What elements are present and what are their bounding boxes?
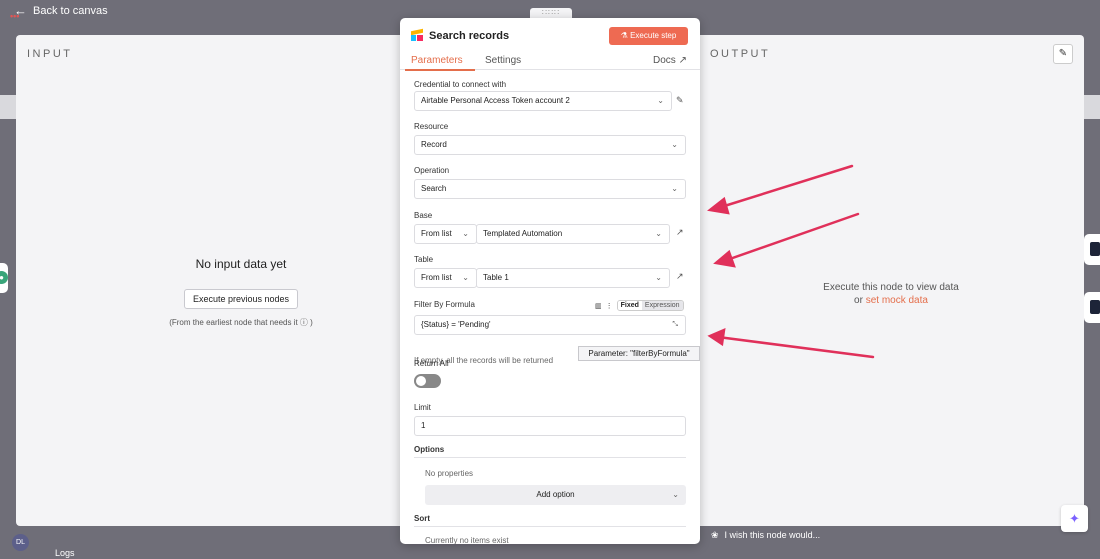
output-empty-state: Execute this node to view data or set mo… [806,281,976,307]
output-or-text: or [854,295,863,306]
panel-icon [1090,242,1100,256]
input-empty-state: No input data yet Execute previous nodes… [96,257,386,328]
resize-icon: ⤡ [672,321,678,328]
avatar[interactable]: DL [12,534,29,551]
external-link-icon: ↗ [678,55,687,66]
more-options-icon[interactable]: ⋮ [606,302,613,310]
tab-docs[interactable]: Docs ↗ [653,55,687,66]
toggle-knob [416,376,426,386]
tab-settings[interactable]: Settings [485,55,521,66]
output-panel-title: OUTPUT [710,48,771,60]
base-value: Templated Automation [483,229,563,238]
resource-value: Record [421,140,447,149]
add-option-button[interactable]: Add option ⌄ [425,485,686,505]
base-mode-value: From list [421,229,452,238]
app-logo-icon: ••• [10,11,20,21]
options-label: Options [414,445,445,454]
table-mode-value: From list [421,273,452,282]
filter-label: Filter By Formula [414,300,475,309]
input-panel-title: INPUT [27,48,73,60]
chevron-down-icon: ⌄ [655,273,662,282]
chevron-down-icon: ⌄ [462,273,469,282]
resource-label: Resource [414,122,449,131]
set-mock-data-link[interactable]: set mock data [866,295,928,306]
limit-input[interactable]: 1 [414,416,686,436]
sort-label: Sort [414,514,430,523]
expression-option[interactable]: Expression [641,301,683,310]
return-all-label: Return All [414,359,449,368]
chevron-down-icon: ⌄ [671,140,678,149]
table-label: Table [414,255,434,264]
table-select[interactable]: Table 1 ⌄ [476,268,670,288]
operation-label: Operation [414,166,450,175]
canvas-ghost-right [1084,95,1100,119]
panel-header: Search records ⚗︎ Execute step Parameter… [400,18,700,71]
robot-icon [1090,300,1100,314]
execute-step-label: Execute step [630,31,677,40]
options-divider [414,457,686,458]
chevron-down-icon: ⌄ [462,229,469,238]
filter-mode-tools: ▥ ⋮ Fixed Expression [595,299,684,312]
output-empty-message: Execute this node to view data [823,282,959,293]
fixed-expression-toggle: Fixed Expression [616,300,684,311]
back-label: Back to canvas [33,4,108,17]
limit-label: Limit [414,403,431,412]
chevron-down-icon: ⌄ [672,490,679,499]
credential-value: Airtable Personal Access Token account 2 [421,96,570,105]
panel-toggle-icon[interactable]: ▥ [595,302,602,310]
chevron-down-icon: ⌄ [671,184,678,193]
panel-tabs: Parameters Settings Docs ↗ [400,53,700,71]
chevron-down-icon: ⌄ [655,229,662,238]
node-title[interactable]: Search records [429,30,509,42]
feedback-text: I wish this node would... [724,530,821,540]
parameters-body: Credential to connect with Airtable Pers… [400,71,700,544]
edit-credential-icon[interactable]: ✎ [676,95,684,106]
tab-parameters[interactable]: Parameters [411,55,463,66]
table-value: Table 1 [483,273,509,282]
filter-formula-input[interactable]: {Status} = 'Pending' ⤡ [414,315,686,335]
limit-value: 1 [421,421,426,430]
add-option-label: Add option [536,490,575,499]
back-to-canvas-link[interactable]: ← Back to canvas [14,3,108,18]
sparkle-icon: ✦ [1069,511,1080,526]
return-all-toggle[interactable] [414,374,441,388]
base-select[interactable]: Templated Automation ⌄ [476,224,670,244]
resource-select[interactable]: Record ⌄ [414,135,686,155]
filter-formula-value: {Status} = 'Pending' [421,320,491,329]
lightbulb-icon: ❀ [711,530,719,540]
feedback-link[interactable]: ❀ I wish this node would... [711,530,820,541]
ai-assistant-button[interactable]: ✦ [1061,505,1088,532]
right-side-tab-2[interactable] [1084,292,1100,323]
credential-select[interactable]: Airtable Personal Access Token account 2… [414,91,672,111]
base-mode-select[interactable]: From list ⌄ [414,224,477,244]
chevron-down-icon: ⌄ [657,96,664,105]
input-hint: (From the earliest node that needs it ⓘ … [169,318,313,327]
chat-icon: ● [0,271,8,284]
parameter-tooltip: Parameter: "filterByFormula" [578,346,700,361]
operation-value: Search [421,184,447,193]
open-base-link-icon[interactable]: ↗ [676,227,684,238]
options-empty: No properties [425,469,474,478]
edit-output-button[interactable]: ✎ [1053,44,1073,64]
canvas-ghost-left [0,95,16,119]
left-side-tab[interactable]: ● [0,263,8,293]
docs-label: Docs [653,55,676,66]
credential-label: Credential to connect with [414,80,507,89]
table-mode-select[interactable]: From list ⌄ [414,268,477,288]
operation-select[interactable]: Search ⌄ [414,179,686,199]
execute-step-button[interactable]: ⚗︎ Execute step [609,27,688,45]
open-table-link-icon[interactable]: ↗ [676,271,684,282]
bottom-bar: DL Logs ❀ I wish this node would... [0,526,1100,559]
fixed-option[interactable]: Fixed [617,301,642,310]
node-parameters-panel: Search records ⚗︎ Execute step Parameter… [400,18,700,544]
execute-previous-nodes-button[interactable]: Execute previous nodes [183,289,299,309]
right-side-tab-1[interactable] [1084,234,1100,265]
pencil-icon: ✎ [1058,48,1068,59]
logs-label[interactable]: Logs [55,548,75,558]
input-empty-message: No input data yet [195,257,287,271]
airtable-icon [411,28,423,42]
base-label: Base [414,211,433,220]
